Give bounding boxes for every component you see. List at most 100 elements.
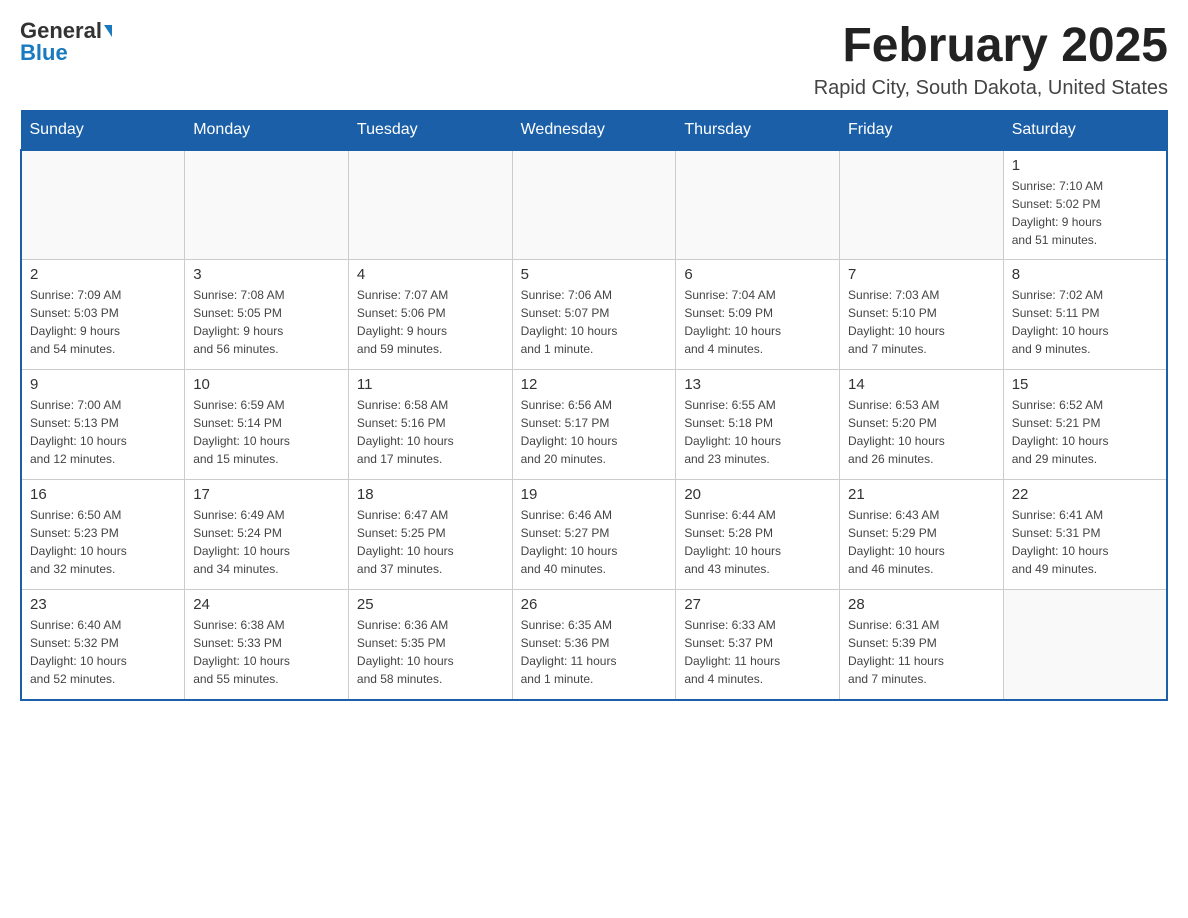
day-number: 24 xyxy=(193,596,340,613)
header-monday: Monday xyxy=(185,110,349,150)
day-info: Sunrise: 6:46 AMSunset: 5:27 PMDaylight:… xyxy=(521,506,668,578)
day-number: 6 xyxy=(684,266,831,283)
table-row xyxy=(185,150,349,260)
day-info: Sunrise: 6:41 AMSunset: 5:31 PMDaylight:… xyxy=(1012,506,1158,578)
day-info: Sunrise: 6:52 AMSunset: 5:21 PMDaylight:… xyxy=(1012,396,1158,468)
day-number: 16 xyxy=(30,486,176,503)
day-info: Sunrise: 6:49 AMSunset: 5:24 PMDaylight:… xyxy=(193,506,340,578)
header-friday: Friday xyxy=(840,110,1004,150)
day-number: 12 xyxy=(521,376,668,393)
table-row: 15 Sunrise: 6:52 AMSunset: 5:21 PMDayligh… xyxy=(1003,370,1167,480)
day-info: Sunrise: 7:10 AMSunset: 5:02 PMDaylight:… xyxy=(1012,177,1158,249)
day-info: Sunrise: 6:38 AMSunset: 5:33 PMDaylight:… xyxy=(193,616,340,688)
table-row: 9Sunrise: 7:00 AMSunset: 5:13 PMDaylight… xyxy=(21,370,185,480)
table-row: 23Sunrise: 6:40 AMSunset: 5:32 PMDayligh… xyxy=(21,590,185,700)
day-info: Sunrise: 7:02 AMSunset: 5:11 PMDaylight:… xyxy=(1012,286,1158,358)
day-number: 22 xyxy=(1012,486,1158,503)
day-number: 15 xyxy=(1012,376,1158,393)
table-row: 27Sunrise: 6:33 AMSunset: 5:37 PMDayligh… xyxy=(676,590,840,700)
day-number: 5 xyxy=(521,266,668,283)
day-number: 19 xyxy=(521,486,668,503)
day-info: Sunrise: 7:07 AMSunset: 5:06 PMDaylight:… xyxy=(357,286,504,358)
table-row: 8Sunrise: 7:02 AMSunset: 5:11 PMDaylight… xyxy=(1003,260,1167,370)
day-number: 18 xyxy=(357,486,504,503)
table-row: 21Sunrise: 6:43 AMSunset: 5:29 PMDayligh… xyxy=(840,480,1004,590)
table-row: 17 Sunrise: 6:49 AMSunset: 5:24 PMDayligh… xyxy=(185,480,349,590)
calendar-table: Sunday Monday Tuesday Wednesday Thursday… xyxy=(20,110,1168,701)
day-number: 2 xyxy=(30,266,176,283)
day-number: 3 xyxy=(193,266,340,283)
day-number: 26 xyxy=(521,596,668,613)
day-info: Sunrise: 6:44 AMSunset: 5:28 PMDaylight:… xyxy=(684,506,831,578)
day-number: 9 xyxy=(30,376,176,393)
table-row xyxy=(348,150,512,260)
day-info: Sunrise: 6:43 AMSunset: 5:29 PMDaylight:… xyxy=(848,506,995,578)
day-info: Sunrise: 6:33 AMSunset: 5:37 PMDaylight:… xyxy=(684,616,831,688)
day-number: 17 xyxy=(193,486,340,503)
day-info: Sunrise: 6:36 AMSunset: 5:35 PMDaylight:… xyxy=(357,616,504,688)
calendar-week-row: 2 Sunrise: 7:09 AMSunset: 5:03 PMDaylight… xyxy=(21,260,1167,370)
day-info: Sunrise: 6:59 AMSunset: 5:14 PMDaylight:… xyxy=(193,396,340,468)
day-info: Sunrise: 6:47 AMSunset: 5:25 PMDaylight:… xyxy=(357,506,504,578)
day-info: Sunrise: 6:50 AMSunset: 5:23 PMDaylight:… xyxy=(30,506,176,578)
day-info: Sunrise: 6:53 AMSunset: 5:20 PMDaylight:… xyxy=(848,396,995,468)
table-row: 19 Sunrise: 6:46 AMSunset: 5:27 PMDayligh… xyxy=(512,480,676,590)
day-number: 4 xyxy=(357,266,504,283)
header-wednesday: Wednesday xyxy=(512,110,676,150)
page-header: General Blue February 2025 Rapid City, S… xyxy=(20,20,1168,100)
title-block: February 2025 Rapid City, South Dakota, … xyxy=(814,20,1168,100)
table-row: 25 Sunrise: 6:36 AMSunset: 5:35 PMDayligh… xyxy=(348,590,512,700)
table-row: 6 Sunrise: 7:04 AMSunset: 5:09 PMDaylight… xyxy=(676,260,840,370)
calendar-week-row: 23Sunrise: 6:40 AMSunset: 5:32 PMDayligh… xyxy=(21,590,1167,700)
table-row xyxy=(676,150,840,260)
table-row: 11 Sunrise: 6:58 AMSunset: 5:16 PMDayligh… xyxy=(348,370,512,480)
table-row xyxy=(21,150,185,260)
table-row: 7 Sunrise: 7:03 AMSunset: 5:10 PMDaylight… xyxy=(840,260,1004,370)
table-row: 20 Sunrise: 6:44 AMSunset: 5:28 PMDayligh… xyxy=(676,480,840,590)
day-info: Sunrise: 7:06 AMSunset: 5:07 PMDaylight:… xyxy=(521,286,668,358)
day-number: 1 xyxy=(1012,157,1158,174)
day-number: 20 xyxy=(684,486,831,503)
day-info: Sunrise: 7:03 AMSunset: 5:10 PMDaylight:… xyxy=(848,286,995,358)
calendar-header-row: Sunday Monday Tuesday Wednesday Thursday… xyxy=(21,110,1167,150)
day-info: Sunrise: 6:58 AMSunset: 5:16 PMDaylight:… xyxy=(357,396,504,468)
day-info: Sunrise: 7:09 AMSunset: 5:03 PMDaylight:… xyxy=(30,286,176,358)
day-number: 25 xyxy=(357,596,504,613)
logo: General Blue xyxy=(20,20,112,64)
table-row: 22 Sunrise: 6:41 AMSunset: 5:31 PMDayligh… xyxy=(1003,480,1167,590)
day-number: 14 xyxy=(848,376,995,393)
day-number: 28 xyxy=(848,596,995,613)
header-saturday: Saturday xyxy=(1003,110,1167,150)
header-sunday: Sunday xyxy=(21,110,185,150)
table-row: 14 Sunrise: 6:53 AMSunset: 5:20 PMDayligh… xyxy=(840,370,1004,480)
day-number: 11 xyxy=(357,376,504,393)
day-info: Sunrise: 6:40 AMSunset: 5:32 PMDaylight:… xyxy=(30,616,176,688)
table-row: 10 Sunrise: 6:59 AMSunset: 5:14 PMDayligh… xyxy=(185,370,349,480)
table-row: 2 Sunrise: 7:09 AMSunset: 5:03 PMDaylight… xyxy=(21,260,185,370)
table-row: 12 Sunrise: 6:56 AMSunset: 5:17 PMDayligh… xyxy=(512,370,676,480)
table-row: 4 Sunrise: 7:07 AMSunset: 5:06 PMDaylight… xyxy=(348,260,512,370)
table-row: 16 Sunrise: 6:50 AMSunset: 5:23 PMDayligh… xyxy=(21,480,185,590)
table-row xyxy=(840,150,1004,260)
calendar-week-row: 16 Sunrise: 6:50 AMSunset: 5:23 PMDayligh… xyxy=(21,480,1167,590)
logo-blue-text: Blue xyxy=(20,42,68,64)
table-row: 18 Sunrise: 6:47 AMSunset: 5:25 PMDayligh… xyxy=(348,480,512,590)
day-info: Sunrise: 6:31 AMSunset: 5:39 PMDaylight:… xyxy=(848,616,995,688)
day-info: Sunrise: 6:35 AMSunset: 5:36 PMDaylight:… xyxy=(521,616,668,688)
table-row xyxy=(512,150,676,260)
day-info: Sunrise: 6:55 AMSunset: 5:18 PMDaylight:… xyxy=(684,396,831,468)
header-thursday: Thursday xyxy=(676,110,840,150)
logo-arrow-icon xyxy=(104,25,112,37)
table-row: 5 Sunrise: 7:06 AMSunset: 5:07 PMDaylight… xyxy=(512,260,676,370)
table-row: 26 Sunrise: 6:35 AMSunset: 5:36 PMDayligh… xyxy=(512,590,676,700)
day-info: Sunrise: 7:08 AMSunset: 5:05 PMDaylight:… xyxy=(193,286,340,358)
day-info: Sunrise: 6:56 AMSunset: 5:17 PMDaylight:… xyxy=(521,396,668,468)
calendar-week-row: 1 Sunrise: 7:10 AMSunset: 5:02 PMDaylight… xyxy=(21,150,1167,260)
day-number: 10 xyxy=(193,376,340,393)
table-row: 1 Sunrise: 7:10 AMSunset: 5:02 PMDaylight… xyxy=(1003,150,1167,260)
day-number: 7 xyxy=(848,266,995,283)
table-row xyxy=(1003,590,1167,700)
calendar-title: February 2025 xyxy=(814,20,1168,73)
header-tuesday: Tuesday xyxy=(348,110,512,150)
day-info: Sunrise: 7:04 AMSunset: 5:09 PMDaylight:… xyxy=(684,286,831,358)
